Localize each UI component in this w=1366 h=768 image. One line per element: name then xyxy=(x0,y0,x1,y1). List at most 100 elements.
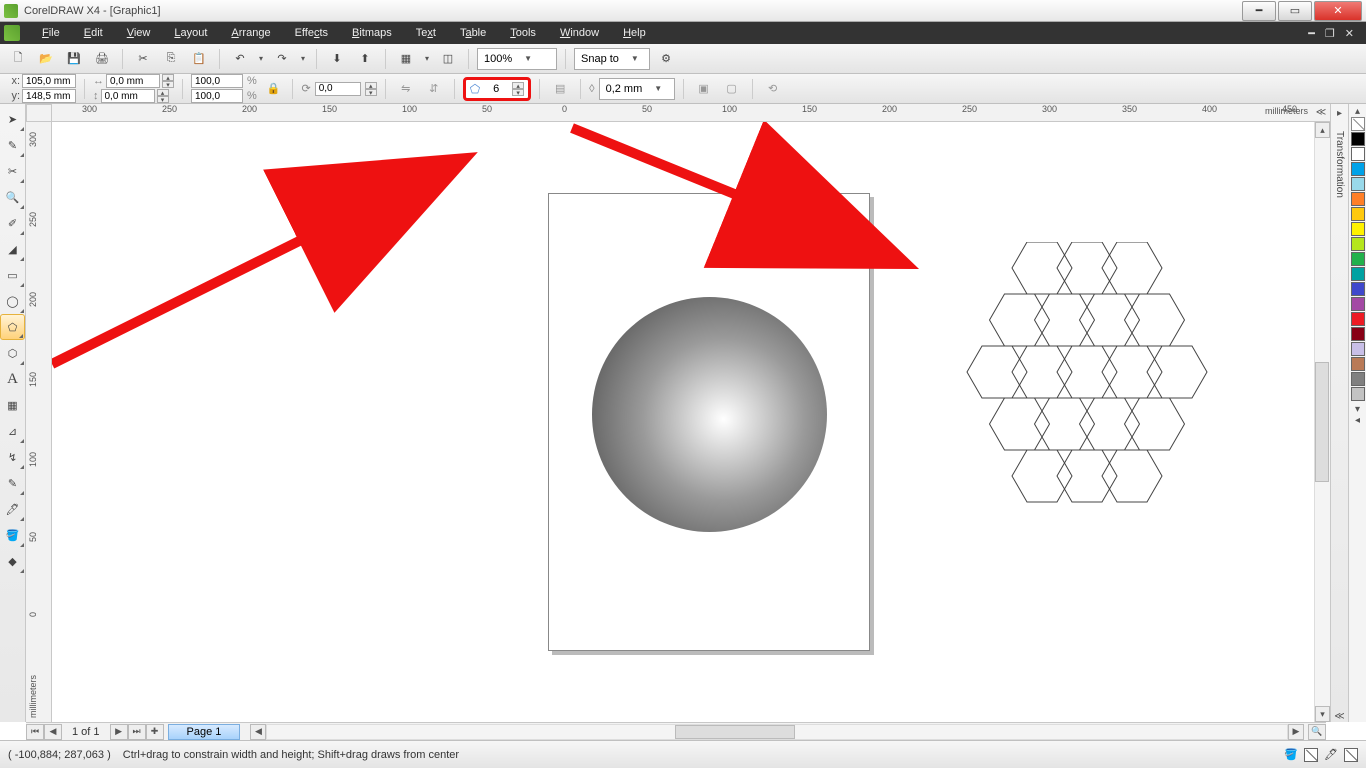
redo-dropdown[interactable]: ▾ xyxy=(298,54,308,63)
color-swatch[interactable] xyxy=(1351,207,1365,221)
ruler-origin[interactable] xyxy=(26,104,52,122)
palette-flyout[interactable]: ◂ xyxy=(1355,415,1360,426)
menu-layout[interactable]: Layout xyxy=(162,24,219,42)
scale-x-input[interactable] xyxy=(191,74,243,88)
refresh-button[interactable]: ⟲ xyxy=(761,77,785,101)
zoom-combo[interactable]: 100% ▼ xyxy=(477,48,557,70)
color-swatch[interactable] xyxy=(1351,147,1365,161)
sides-down[interactable]: ▾ xyxy=(512,89,524,96)
app-launcher-button[interactable]: ▦ xyxy=(394,47,418,71)
minimize-button[interactable]: ━ xyxy=(1242,1,1276,21)
connector-tool[interactable]: ↯ xyxy=(0,444,25,470)
close-button[interactable]: ✕ xyxy=(1314,1,1362,21)
sides-up[interactable]: ▴ xyxy=(512,82,524,89)
polygon-sides-control[interactable]: ⬠ ▴▾ xyxy=(463,77,531,101)
new-button[interactable]: 🗋 xyxy=(6,47,30,71)
color-swatch[interactable] xyxy=(1351,177,1365,191)
vertical-scrollbar[interactable]: ▴ ▾ xyxy=(1314,122,1330,722)
ellipse-tool[interactable]: ◯ xyxy=(0,288,25,314)
menu-edit[interactable]: Edit xyxy=(72,24,115,42)
smart-fill-tool[interactable]: ◢ xyxy=(0,236,25,262)
undo-button[interactable]: ↶ xyxy=(228,47,252,71)
text-tool[interactable]: A xyxy=(0,366,25,392)
x-position-input[interactable] xyxy=(22,74,76,88)
no-color-swatch[interactable] xyxy=(1351,117,1365,131)
pick-tool[interactable]: ➤ xyxy=(0,106,25,132)
horizontal-scrollbar[interactable]: ◀ ▶ xyxy=(250,724,1304,740)
menu-arrange[interactable]: Arrange xyxy=(219,24,282,42)
menu-view[interactable]: View xyxy=(115,24,163,42)
snap-combo[interactable]: Snap to ▼ xyxy=(574,48,650,70)
outline-tool[interactable]: 🖊 xyxy=(0,496,25,522)
color-swatch[interactable] xyxy=(1351,237,1365,251)
app-launcher-dropdown[interactable]: ▾ xyxy=(422,54,432,63)
eyedropper-tool[interactable]: ✎ xyxy=(0,470,25,496)
color-swatch[interactable] xyxy=(1351,357,1365,371)
color-swatch[interactable] xyxy=(1351,132,1365,146)
options-button[interactable]: ⚙ xyxy=(654,47,678,71)
outline-none-indicator[interactable] xyxy=(1344,748,1358,762)
vertical-ruler[interactable]: millimeters 300250200150100500 xyxy=(26,122,52,722)
height-input[interactable] xyxy=(101,89,155,103)
wrap-button[interactable]: ▣ xyxy=(692,77,716,101)
color-swatch[interactable] xyxy=(1351,192,1365,206)
drawing-canvas[interactable] xyxy=(52,122,1314,722)
menu-text[interactable]: Text xyxy=(404,24,448,42)
save-button[interactable]: 💾 xyxy=(62,47,86,71)
sphere-object[interactable] xyxy=(592,297,827,532)
color-swatch[interactable] xyxy=(1351,312,1365,326)
zoom-tool[interactable]: 🔍 xyxy=(0,184,25,210)
mirror-h-button[interactable]: ⇋ xyxy=(394,77,418,101)
docker-collapse[interactable]: ≪ xyxy=(1334,711,1344,722)
menu-table[interactable]: Table xyxy=(448,24,498,42)
palette-down[interactable]: ▾ xyxy=(1355,404,1360,415)
basic-shapes-tool[interactable]: ⬡ xyxy=(0,340,25,366)
polygon-sides-input[interactable] xyxy=(484,83,508,95)
to-curves-button[interactable]: ▤ xyxy=(548,77,572,101)
color-swatch[interactable] xyxy=(1351,162,1365,176)
color-swatch[interactable] xyxy=(1351,372,1365,386)
color-swatch[interactable] xyxy=(1351,267,1365,281)
mdi-minimize-button[interactable]: ━ xyxy=(1308,27,1315,40)
shape-tool[interactable]: ✎ xyxy=(0,132,25,158)
rotation-input[interactable] xyxy=(315,82,361,96)
open-button[interactable]: 📂 xyxy=(34,47,58,71)
mdi-close-button[interactable]: ✕ xyxy=(1345,27,1354,40)
color-swatch[interactable] xyxy=(1351,342,1365,356)
add-page-button[interactable]: ✚ xyxy=(146,724,164,740)
mirror-v-button[interactable]: ⇵ xyxy=(422,77,446,101)
app-logo-icon[interactable] xyxy=(4,25,20,41)
copy-button[interactable]: ⎘ xyxy=(159,47,183,71)
table-tool[interactable]: ▦ xyxy=(0,392,25,418)
color-swatch[interactable] xyxy=(1351,327,1365,341)
color-swatch[interactable] xyxy=(1351,387,1365,401)
menu-bitmaps[interactable]: Bitmaps xyxy=(340,24,404,42)
export-button[interactable]: ⬆ xyxy=(353,47,377,71)
menu-effects[interactable]: Effects xyxy=(283,24,340,42)
menu-tools[interactable]: Tools xyxy=(498,24,548,42)
color-swatch[interactable] xyxy=(1351,297,1365,311)
fill-none-indicator[interactable] xyxy=(1304,748,1318,762)
polygon-tool[interactable]: ⬠ xyxy=(0,314,25,340)
next-page-button[interactable]: ▶ xyxy=(110,724,128,740)
ruler-options[interactable]: ≪ xyxy=(1316,107,1326,118)
color-swatch[interactable] xyxy=(1351,282,1365,296)
scale-y-input[interactable] xyxy=(191,89,243,103)
interactive-fill-tool[interactable]: ◆ xyxy=(0,548,25,574)
rectangle-tool[interactable]: ▭ xyxy=(0,262,25,288)
color-swatch[interactable] xyxy=(1351,222,1365,236)
import-button[interactable]: ⬇ xyxy=(325,47,349,71)
cut-button[interactable]: ✂ xyxy=(131,47,155,71)
docker-expand[interactable]: ▸ xyxy=(1337,108,1342,119)
menu-help[interactable]: Help xyxy=(611,24,658,42)
page-tab-1[interactable]: Page 1 xyxy=(168,724,241,740)
mdi-restore-button[interactable]: ❐ xyxy=(1325,27,1335,40)
print-button[interactable]: 🖨 xyxy=(90,47,114,71)
prev-page-button[interactable]: ◀ xyxy=(44,724,62,740)
redo-button[interactable]: ↷ xyxy=(270,47,294,71)
last-page-button[interactable]: ⏭ xyxy=(128,724,146,740)
horizontal-ruler[interactable]: millimeters 3002502001501005005010015020… xyxy=(52,104,1312,122)
freehand-tool[interactable]: ✐ xyxy=(0,210,25,236)
maximize-button[interactable]: ▭ xyxy=(1278,1,1312,21)
palette-up[interactable]: ▴ xyxy=(1355,106,1360,117)
